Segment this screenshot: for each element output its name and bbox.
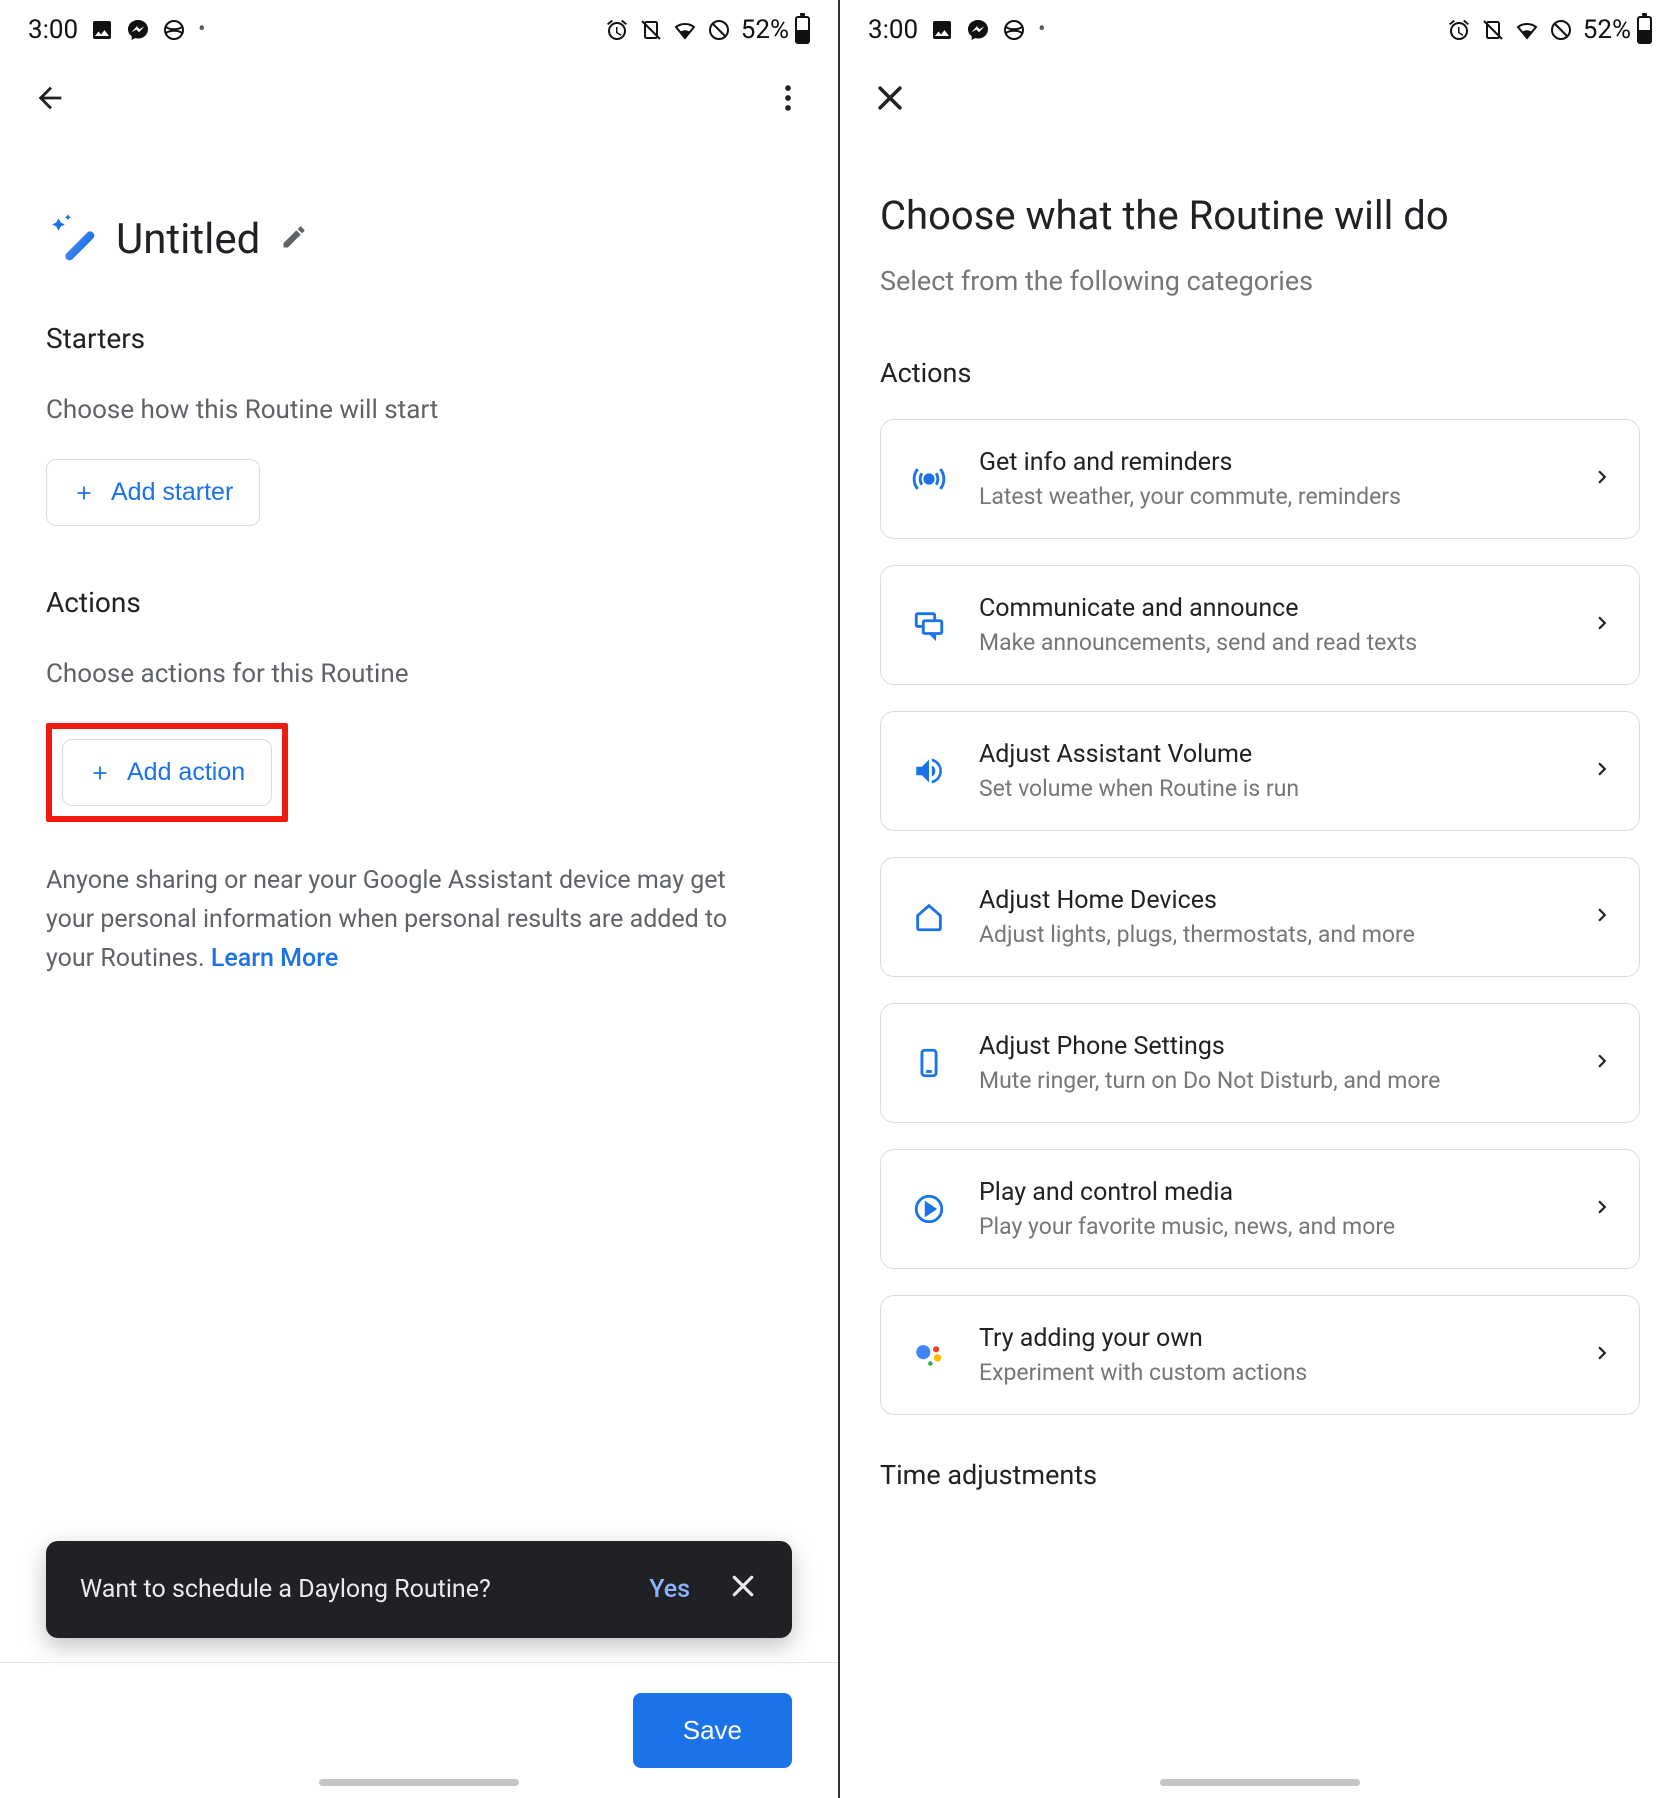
card-title: Adjust Assistant Volume [979, 740, 1559, 769]
messenger-icon [126, 18, 150, 42]
routine-title: Untitled [116, 215, 260, 264]
action-card-phone-settings[interactable]: Adjust Phone Settings Mute ringer, turn … [880, 1003, 1640, 1123]
card-subtitle: Set volume when Routine is run [979, 775, 1559, 802]
statusbar: 3:00 • 52% [0, 0, 838, 54]
card-title: Try adding your own [979, 1324, 1559, 1353]
statusbar: 3:00 • 52% [840, 0, 1680, 54]
starters-desc: Choose how this Routine will start [46, 395, 792, 425]
wifi-icon [1515, 18, 1539, 42]
add-action-highlight: Add action [46, 723, 288, 822]
phone-icon [909, 1046, 949, 1080]
action-card-media[interactable]: Play and control media Play your favorit… [880, 1149, 1640, 1269]
dnd-icon [707, 18, 731, 42]
time-adjustments-heading: Time adjustments [880, 1459, 1640, 1491]
alarm-icon [1447, 18, 1471, 42]
sports-icon [162, 18, 186, 42]
home-icon [909, 900, 949, 934]
broadcast-icon [909, 462, 949, 496]
chevron-right-icon [1589, 1340, 1615, 1370]
page-subtitle: Select from the following categories [880, 265, 1640, 297]
card-subtitle: Latest weather, your commute, reminders [979, 483, 1559, 510]
more-vert-icon [771, 81, 805, 115]
play-icon [909, 1192, 949, 1226]
chat-icon [909, 608, 949, 642]
wifi-icon [673, 18, 697, 42]
actions-desc: Choose actions for this Routine [46, 659, 792, 689]
assistant-icon [909, 1338, 949, 1372]
close-button[interactable] [870, 78, 910, 118]
arrow-left-icon [33, 81, 67, 115]
sports-icon [1002, 18, 1026, 42]
snackbar-yes-button[interactable]: Yes [649, 1575, 690, 1604]
vibrate-icon [639, 18, 663, 42]
card-title: Get info and reminders [979, 448, 1559, 477]
back-button[interactable] [30, 78, 70, 118]
plus-icon [89, 762, 111, 784]
battery-indicator: 52% [1583, 15, 1652, 45]
gesture-bar [1160, 1779, 1360, 1786]
gesture-bar [319, 1779, 519, 1786]
dnd-icon [1549, 18, 1573, 42]
chevron-right-icon [1589, 464, 1615, 494]
close-icon [728, 1571, 758, 1601]
card-subtitle: Make announcements, send and read texts [979, 629, 1559, 656]
overflow-menu-button[interactable] [768, 78, 808, 118]
add-action-button[interactable]: Add action [62, 739, 272, 806]
card-subtitle: Experiment with custom actions [979, 1359, 1559, 1386]
snackbar-close-button[interactable] [728, 1571, 758, 1608]
photo-icon [90, 18, 114, 42]
card-title: Adjust Phone Settings [979, 1032, 1559, 1061]
status-dot-icon: • [1038, 19, 1045, 41]
volume-icon [909, 754, 949, 788]
starters-heading: Starters [46, 322, 792, 355]
edit-title-button[interactable] [280, 223, 308, 255]
battery-percent: 52% [1583, 15, 1631, 45]
pencil-icon [280, 223, 308, 251]
action-card-volume[interactable]: Adjust Assistant Volume Set volume when … [880, 711, 1640, 831]
chevron-right-icon [1589, 610, 1615, 640]
actions-heading: Actions [46, 586, 792, 619]
privacy-warning-text: Anyone sharing or near your Google Assis… [46, 866, 727, 973]
daylong-snackbar: Want to schedule a Daylong Routine? Yes [46, 1541, 792, 1638]
vibrate-icon [1481, 18, 1505, 42]
status-time: 3:00 [28, 15, 78, 45]
bottom-bar: Save [0, 1662, 838, 1798]
card-title: Play and control media [979, 1178, 1559, 1207]
chevron-right-icon [1589, 902, 1615, 932]
add-starter-label: Add starter [111, 478, 233, 507]
wand-icon [46, 212, 96, 266]
card-subtitle: Play your favorite music, news, and more [979, 1213, 1559, 1240]
messenger-icon [966, 18, 990, 42]
card-title: Communicate and announce [979, 594, 1559, 623]
status-time: 3:00 [868, 15, 918, 45]
alarm-icon [605, 18, 629, 42]
battery-percent: 52% [741, 15, 789, 45]
action-card-info-reminders[interactable]: Get info and reminders Latest weather, y… [880, 419, 1640, 539]
learn-more-link[interactable]: Learn More [211, 944, 338, 973]
photo-icon [930, 18, 954, 42]
snackbar-text: Want to schedule a Daylong Routine? [80, 1575, 491, 1604]
plus-icon [73, 482, 95, 504]
card-subtitle: Adjust lights, plugs, thermostats, and m… [979, 921, 1559, 948]
chevron-right-icon [1589, 756, 1615, 786]
actions-section-heading: Actions [880, 357, 1640, 389]
chevron-right-icon [1589, 1194, 1615, 1224]
chevron-right-icon [1589, 1048, 1615, 1078]
action-card-home-devices[interactable]: Adjust Home Devices Adjust lights, plugs… [880, 857, 1640, 977]
save-button[interactable]: Save [633, 1693, 792, 1768]
status-dot-icon: • [198, 19, 205, 41]
action-card-communicate[interactable]: Communicate and announce Make announceme… [880, 565, 1640, 685]
add-action-label: Add action [127, 758, 245, 787]
close-icon [873, 81, 907, 115]
card-subtitle: Mute ringer, turn on Do Not Disturb, and… [979, 1067, 1559, 1094]
card-title: Adjust Home Devices [979, 886, 1559, 915]
page-title: Choose what the Routine will do [880, 192, 1640, 239]
add-starter-button[interactable]: Add starter [46, 459, 260, 526]
privacy-warning: Anyone sharing or near your Google Assis… [46, 862, 776, 978]
battery-indicator: 52% [741, 15, 810, 45]
action-card-custom[interactable]: Try adding your own Experiment with cust… [880, 1295, 1640, 1415]
